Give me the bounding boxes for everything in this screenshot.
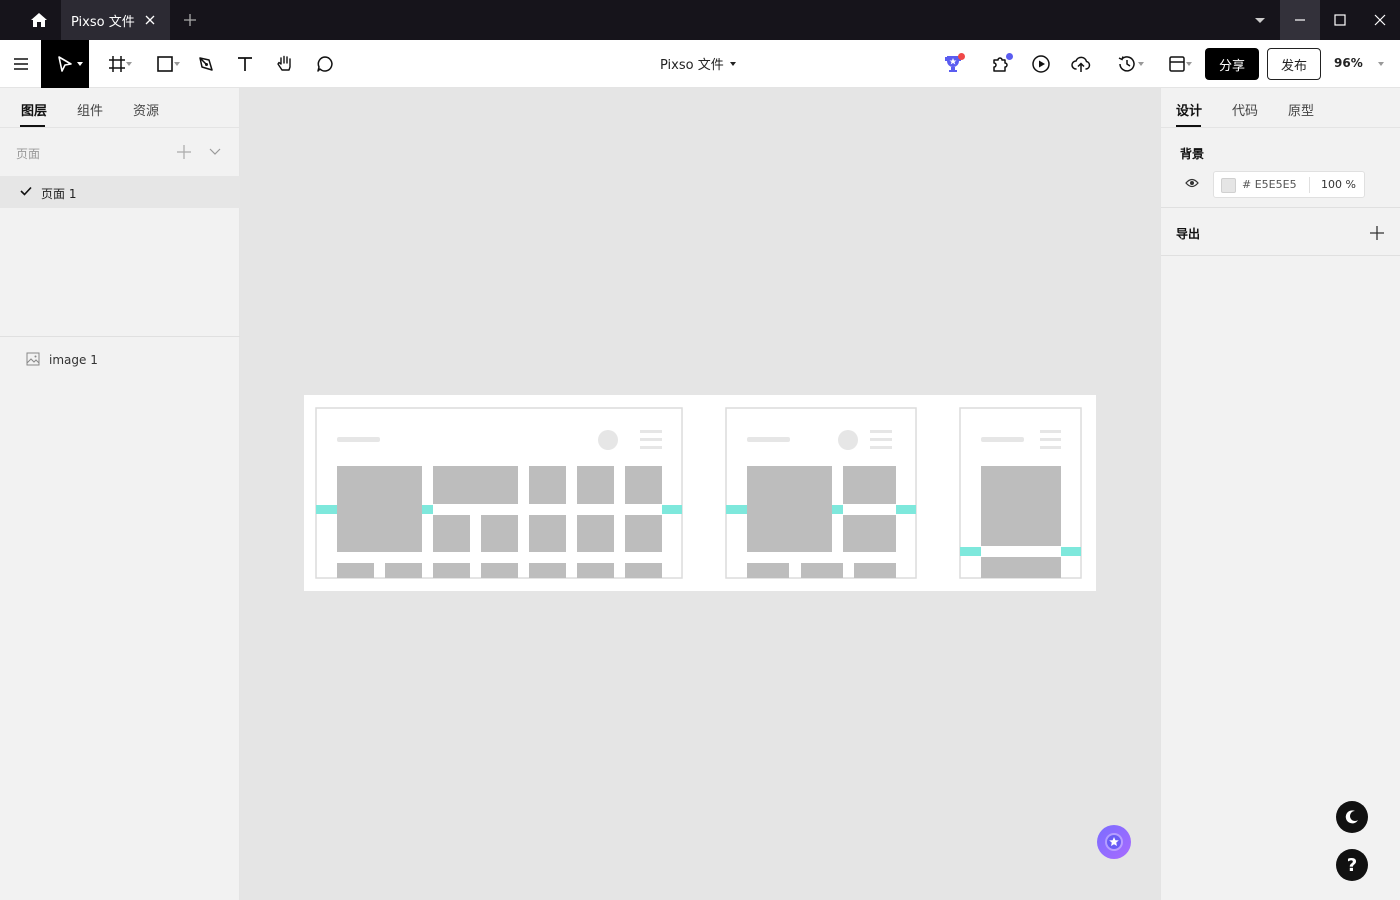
eye-icon[interactable]: [1185, 178, 1199, 188]
layout-icon: [1169, 56, 1185, 72]
pen-tool-button[interactable]: [194, 40, 218, 88]
active-tab-underline: [20, 125, 45, 127]
chevron-down-icon[interactable]: [208, 146, 222, 158]
shape-tool-caret: [174, 62, 180, 66]
tab-design[interactable]: 设计: [1176, 100, 1202, 119]
wireframe-illustration: [315, 407, 1082, 579]
layer-item[interactable]: image 1: [0, 350, 240, 370]
shape-icon: [157, 56, 173, 72]
move-tool-caret: [77, 62, 83, 66]
frame-tool-caret: [126, 62, 132, 66]
publish-button[interactable]: 发布: [1267, 48, 1321, 80]
move-icon: [58, 56, 72, 72]
export-section-title: 导出: [1176, 227, 1201, 241]
plus-icon[interactable]: [180, 10, 200, 30]
add-export-icon[interactable]: [1369, 225, 1385, 241]
right-panel: 设计 代码 原型 背景 # E5E5E5 100 % 导出 ?: [1160, 88, 1400, 900]
divider: [0, 336, 240, 337]
active-tab-underline: [1176, 125, 1201, 127]
document-title-caret: [729, 61, 736, 66]
tab-layers[interactable]: 图层: [21, 100, 47, 119]
pages-header: 页面: [16, 147, 41, 161]
document-title[interactable]: Pixso 文件: [660, 54, 736, 73]
plugins-notification-dot: [1006, 53, 1013, 60]
page-item[interactable]: 页面 1: [0, 176, 240, 208]
left-tabs: 图层 组件 资源: [0, 88, 240, 128]
present-button[interactable]: [1030, 40, 1052, 88]
zoom-level[interactable]: 96%: [1334, 56, 1363, 70]
document-title-label: Pixso 文件: [660, 58, 724, 73]
toolbar: Pixso 文件 分享 发布 96%: [0, 40, 1400, 88]
color-swatch[interactable]: [1221, 178, 1236, 193]
hand-tool-button[interactable]: [273, 40, 297, 88]
tab-components[interactable]: 组件: [77, 100, 103, 119]
ai-assistant-button[interactable]: [1097, 825, 1131, 859]
history-button[interactable]: [1110, 40, 1144, 88]
main-menu-button[interactable]: [8, 40, 34, 88]
history-icon: [1118, 56, 1135, 72]
move-tool-button[interactable]: [41, 40, 89, 88]
trophy-button[interactable]: [940, 40, 966, 88]
frame-tool-button[interactable]: [100, 40, 134, 88]
help-button[interactable]: ?: [1336, 849, 1368, 881]
background-section-title: 背景: [1180, 147, 1205, 161]
frame-icon: [109, 56, 125, 72]
minimize-icon: [1295, 19, 1305, 21]
background-color-field[interactable]: # E5E5E5 100 %: [1213, 171, 1365, 198]
window-close-button[interactable]: [1360, 0, 1400, 40]
text-icon: [238, 57, 252, 71]
tab-prototype[interactable]: 原型: [1288, 100, 1314, 119]
zoom-caret[interactable]: [1378, 62, 1384, 66]
home-icon: [31, 13, 47, 27]
wireframe-image[interactable]: [304, 395, 1096, 591]
upload-cloud-icon: [1071, 56, 1091, 72]
hand-icon: [277, 55, 291, 71]
star-badge-icon: [1105, 833, 1123, 851]
opacity-value[interactable]: 100 %: [1321, 178, 1356, 191]
check-icon: [20, 186, 32, 196]
window-close-icon: [1374, 14, 1386, 26]
title-bar: Pixso 文件: [0, 0, 1400, 40]
dark-mode-button[interactable]: [1336, 801, 1368, 833]
divider: [1161, 255, 1400, 256]
shape-tool-button[interactable]: [148, 40, 182, 88]
right-tabs: 设计 代码 原型: [1161, 88, 1400, 128]
trophy-notification-dot: [958, 53, 965, 60]
field-separator: [1309, 177, 1310, 193]
menu-icon: [14, 58, 28, 70]
layout-caret: [1186, 62, 1192, 66]
minimize-button[interactable]: [1280, 0, 1320, 40]
plugins-button[interactable]: [988, 40, 1014, 88]
upload-button[interactable]: [1069, 40, 1093, 88]
pen-icon: [199, 57, 213, 71]
left-panel: 图层 组件 资源 页面 页面 1 image 1: [0, 88, 240, 900]
add-page-icon[interactable]: [176, 144, 192, 160]
maximize-button[interactable]: [1320, 0, 1360, 40]
moon-icon: [1345, 810, 1358, 824]
layout-button[interactable]: [1160, 40, 1194, 88]
layer-item-label: image 1: [49, 353, 98, 367]
comment-icon: [317, 56, 333, 72]
history-caret: [1138, 62, 1144, 66]
tab-assets[interactable]: 资源: [133, 100, 159, 119]
divider: [1161, 207, 1400, 208]
canvas[interactable]: [240, 88, 1160, 900]
hex-value-text: E5E5E5: [1254, 178, 1297, 191]
page-item-label: 页面 1: [41, 187, 77, 201]
close-icon[interactable]: [142, 12, 158, 28]
home-button[interactable]: [18, 0, 60, 40]
file-tab[interactable]: Pixso 文件: [61, 0, 170, 40]
image-icon: [26, 352, 40, 366]
share-button[interactable]: 分享: [1205, 48, 1259, 80]
file-tab-title: Pixso 文件: [71, 14, 135, 30]
chevron-down-icon[interactable]: [1250, 10, 1270, 30]
comment-tool-button[interactable]: [313, 40, 337, 88]
play-icon: [1032, 55, 1050, 73]
text-tool-button[interactable]: [233, 40, 257, 88]
tab-code[interactable]: 代码: [1232, 100, 1258, 119]
maximize-icon: [1334, 14, 1346, 26]
hex-prefix: #: [1242, 178, 1252, 191]
hex-value[interactable]: # E5E5E5: [1242, 178, 1297, 191]
